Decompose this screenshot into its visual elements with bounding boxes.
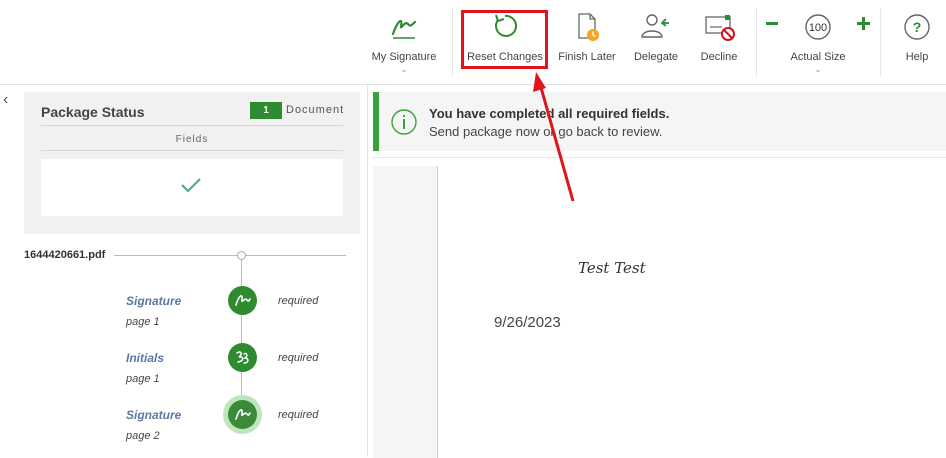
- field-name-link[interactable]: Signature: [126, 408, 181, 422]
- package-status-title: Package Status: [41, 104, 145, 120]
- timeline-line: [241, 255, 242, 415]
- file-name[interactable]: 1644420661.pdf: [24, 249, 105, 261]
- delegate-person-icon: [641, 14, 669, 38]
- fields-summary-card: [41, 159, 343, 216]
- signature-text[interactable]: Test Test: [578, 259, 646, 277]
- decline-label: Decline: [700, 51, 738, 63]
- my-signature-label: My Signature: [371, 51, 437, 63]
- delegate-button[interactable]: Delegate: [627, 0, 685, 84]
- field-status: required: [278, 409, 319, 421]
- document-count-badge: 1: [250, 102, 282, 119]
- timeline-dot: [237, 251, 246, 260]
- field-page: page 1: [126, 316, 160, 328]
- zoom-in-button[interactable]: [854, 0, 874, 84]
- finish-later-button[interactable]: Finish Later: [555, 0, 619, 84]
- signature-field-icon[interactable]: [228, 286, 257, 315]
- reset-changes-highlight-box: [461, 10, 548, 69]
- help-button[interactable]: ? Help: [896, 0, 938, 84]
- field-name-link[interactable]: Signature: [126, 294, 181, 308]
- my-signature-button[interactable]: My Signature ⌄: [366, 0, 442, 84]
- initials-field-icon[interactable]: [228, 343, 257, 372]
- chevron-down-icon: ⌄: [814, 64, 822, 74]
- document-viewer[interactable]: Test Test 9/26/2023: [373, 157, 946, 458]
- field-page: page 1: [126, 373, 160, 385]
- toolbar: My Signature ⌄ Reset Changes Finish Late…: [0, 0, 946, 85]
- zoom-level-button[interactable]: 100 Actual Size ⌄: [787, 0, 849, 84]
- field-status: required: [278, 295, 319, 307]
- collapse-panel-icon[interactable]: ‹: [3, 92, 8, 108]
- field-status: required: [278, 352, 319, 364]
- finish-later-label: Finish Later: [558, 51, 616, 63]
- divider: [41, 125, 343, 126]
- toolbar-divider: [880, 8, 881, 76]
- decline-button[interactable]: Decline: [692, 0, 746, 84]
- fields-label: Fields: [175, 134, 209, 145]
- completion-banner: You have completed all required fields. …: [373, 92, 946, 151]
- divider: [41, 150, 343, 151]
- panel-divider: [367, 85, 368, 457]
- document-label: Document: [286, 104, 345, 116]
- timeline-line: [114, 255, 346, 256]
- svg-text:?: ?: [913, 19, 922, 35]
- decline-document-icon: [705, 15, 735, 41]
- page-margin: [373, 166, 438, 458]
- delegate-label: Delegate: [633, 51, 679, 63]
- plus-icon: [857, 17, 870, 30]
- zoom-out-button[interactable]: [762, 0, 782, 84]
- zoom-value: 100: [808, 22, 828, 34]
- document-clock-icon: [578, 13, 599, 41]
- help-label: Help: [905, 51, 929, 63]
- signature-field-icon[interactable]: [228, 400, 257, 429]
- field-page: page 2: [126, 430, 160, 442]
- help-icon: ?: [904, 14, 930, 40]
- toolbar-divider: [756, 8, 757, 76]
- date-text: 9/26/2023: [494, 314, 561, 331]
- chevron-down-icon: ⌄: [400, 64, 408, 74]
- toolbar-divider: [452, 8, 453, 76]
- banner-title: You have completed all required fields.: [429, 106, 670, 121]
- signature-pen-icon: [391, 19, 417, 39]
- info-icon: [391, 109, 417, 135]
- actual-size-label: Actual Size: [790, 51, 846, 63]
- package-status-panel: Package Status 1 Document Fields: [24, 92, 360, 234]
- banner-subtitle: Send package now or go back to review.: [429, 124, 663, 139]
- minus-icon: [766, 22, 778, 25]
- field-name-link[interactable]: Initials: [126, 351, 164, 365]
- checkmark-icon: [181, 178, 201, 193]
